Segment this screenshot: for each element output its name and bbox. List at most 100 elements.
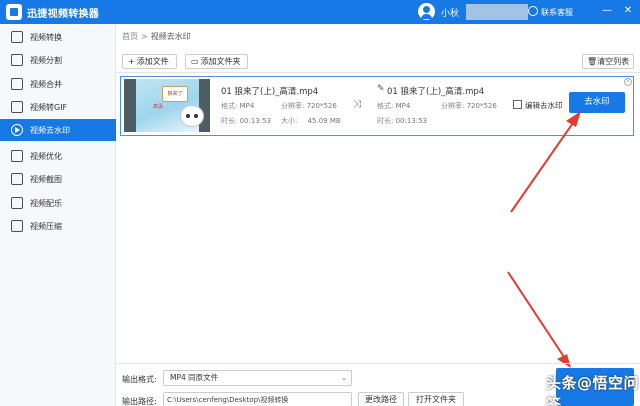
sidebar-item-label: 视频压缩 [30, 222, 62, 231]
sidebar-item-video-merge[interactable]: 视频合并 [0, 73, 116, 95]
add-folder-label: 添加文件夹 [200, 57, 241, 66]
add-file-label: 添加文件 [136, 57, 169, 66]
sidebar-item-video-convert[interactable]: 视频转换 [0, 26, 116, 48]
avatar[interactable] [418, 3, 435, 20]
resolution-label: 分辨率: [281, 102, 305, 110]
bottom-divider [116, 363, 640, 364]
output-format-label: 输出格式: [122, 375, 157, 384]
format-label: 格式: [377, 102, 394, 110]
optimize-icon [11, 150, 23, 162]
app-logo-icon [6, 4, 22, 20]
edit-icon [513, 100, 522, 109]
play-icon [11, 124, 23, 136]
toolbar-divider [116, 72, 640, 73]
duration-label: 时长: [377, 117, 394, 125]
change-path-button[interactable]: 更改路径 [358, 392, 404, 406]
output-path-label: 输出路径: [122, 397, 157, 406]
file-item[interactable]: 狼来了 高清 01 狼来了(上)_高清.mp4 格式: MP4 分辨率: 720… [120, 76, 634, 136]
plus-icon: + [128, 57, 135, 66]
size-value: 45.09 MB [307, 117, 341, 125]
format-label: 格式: [221, 102, 238, 110]
convert-arrow-icon: ⤨ [353, 99, 361, 110]
sidebar-item-video-compress[interactable]: 视频压缩 [0, 215, 116, 237]
sidebar-item-remove-watermark[interactable]: 视频去水印 [0, 119, 116, 141]
watermark-logo-icon [519, 370, 545, 396]
screenshot-icon [11, 173, 23, 185]
edit-watermark-button[interactable]: 编辑去水印 [513, 100, 563, 111]
source-size: 大小: 45.09 MB [281, 116, 341, 126]
compress-icon [11, 220, 23, 232]
sidebar-item-video-optimize[interactable]: 视频优化 [0, 145, 116, 167]
chevron-down-icon: ⌄ [341, 374, 347, 382]
format-value: MP4 [395, 102, 411, 110]
video-split-icon [11, 54, 23, 66]
breadcrumb-separator: > [141, 32, 148, 41]
trash-icon: 🗑 [587, 57, 598, 66]
video-convert-icon [11, 31, 23, 43]
add-folder-button[interactable]: ▭ 添加文件夹 [185, 54, 248, 69]
arrowhead-lower [557, 354, 571, 368]
close-button[interactable]: ✕ [622, 5, 634, 17]
app-title: 迅捷视频转换器 [27, 9, 100, 20]
sidebar-item-label: 视频转GIF [30, 103, 68, 112]
clear-list-button[interactable]: 🗑清空列表 [582, 54, 634, 69]
support-icon[interactable] [528, 6, 538, 16]
sidebar-item-label: 视频配乐 [30, 199, 62, 208]
sidebar-item-label: 视频转换 [30, 33, 62, 42]
video-thumbnail: 狼来了 高清 [124, 79, 210, 132]
folder-icon: ▭ [191, 57, 199, 66]
support-link[interactable]: 联系客服 [541, 7, 573, 18]
sidebar-item-label: 视频去水印 [30, 126, 70, 135]
source-file-name: 01 狼来了(上)_高清.mp4 [221, 87, 319, 97]
watermark-text: 头条@悟空问答 [546, 374, 640, 406]
pencil-icon[interactable]: ✎ [377, 84, 385, 94]
resolution-value: 720*526 [306, 102, 337, 110]
output-file-name[interactable]: 01 狼来了(上)_高清.mp4 [387, 85, 484, 97]
add-file-button[interactable]: + 添加文件 [122, 54, 177, 69]
output-format-value: MP4 同原文件 [170, 373, 219, 382]
resolution-value: 720*526 [466, 102, 497, 110]
video-merge-icon [11, 78, 23, 90]
username[interactable]: 小秋 [441, 6, 459, 19]
output-duration: 时长: 00:13:53 [377, 116, 427, 126]
sidebar-item-video-split[interactable]: 视频分割 [0, 49, 116, 71]
source-format: 格式: MP4 [221, 101, 254, 111]
redacted-area [466, 4, 528, 20]
arrow-to-start-button [507, 271, 567, 361]
thumbnail-sign: 狼来了 [162, 86, 188, 102]
breadcrumb-current: 视频去水印 [150, 32, 191, 41]
format-value: MP4 [239, 102, 255, 110]
music-icon [11, 197, 23, 209]
sidebar-item-label: 视频优化 [30, 152, 62, 161]
thumbnail-scene: 狼来了 高清 [136, 79, 204, 132]
sidebar-item-label: 视频截图 [30, 175, 62, 184]
thumbnail-tag: 高清 [153, 104, 164, 110]
output-resolution: 分辨率: 720*526 [441, 101, 497, 111]
size-label: 大小: [281, 117, 298, 125]
clear-list-label: 清空列表 [597, 57, 630, 66]
duration-value: 00:13:53 [395, 117, 428, 125]
sidebar-item-video-to-gif[interactable]: 视频转GIF [0, 96, 116, 118]
breadcrumb-home[interactable]: 首页 [122, 32, 138, 41]
edit-watermark-label: 编辑去水印 [525, 101, 563, 110]
minimize-button[interactable]: — [601, 5, 613, 17]
source-duration: 时长: 00:13:53 [221, 116, 271, 126]
open-folder-button[interactable]: 打开文件夹 [408, 392, 464, 406]
card-close-icon[interactable]: × [624, 78, 632, 86]
title-bar: 迅捷视频转换器 小秋 联系客服 — ✕ [0, 0, 640, 24]
output-path-field[interactable]: C:\Users\cenfeng\Desktop\视频转换 [163, 392, 352, 406]
sidebar-item-label: 视频合并 [30, 80, 62, 89]
output-format: 格式: MP4 [377, 101, 410, 111]
duration-value: 00:13:53 [239, 117, 272, 125]
breadcrumb: 首页 > 视频去水印 [122, 31, 191, 42]
sheep-character-icon [180, 105, 204, 127]
duration-label: 时长: [221, 117, 238, 125]
resolution-label: 分辨率: [441, 102, 465, 110]
output-format-select[interactable]: MP4 同原文件 ⌄ [163, 370, 352, 386]
remove-watermark-button[interactable]: 去水印 [569, 92, 625, 113]
source-resolution: 分辨率: 720*526 [281, 101, 337, 111]
gif-icon [11, 101, 23, 113]
sidebar-item-label: 视频分割 [30, 56, 62, 65]
sidebar-item-video-music[interactable]: 视频配乐 [0, 192, 116, 214]
sidebar-item-video-screenshot[interactable]: 视频截图 [0, 168, 116, 190]
